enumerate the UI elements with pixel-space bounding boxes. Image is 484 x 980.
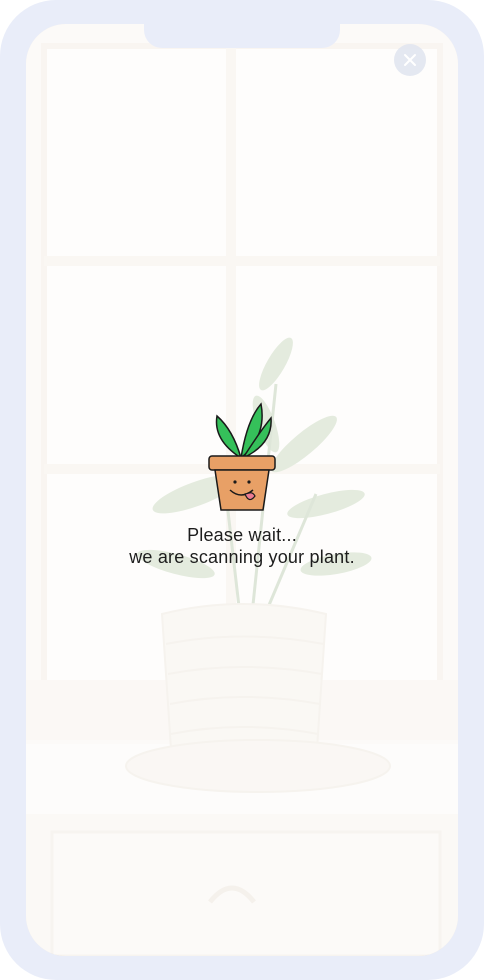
scanning-message-line1: Please wait... — [187, 525, 297, 545]
phone-notch — [144, 24, 340, 48]
close-icon — [404, 54, 416, 66]
scanning-message: Please wait... we are scanning your plan… — [0, 524, 484, 568]
scanning-message-line2: we are scanning your plant. — [129, 547, 355, 567]
plant-pot-icon — [208, 402, 276, 511]
close-button[interactable] — [394, 44, 426, 76]
scanning-loader: Please wait... we are scanning your plan… — [0, 400, 484, 568]
